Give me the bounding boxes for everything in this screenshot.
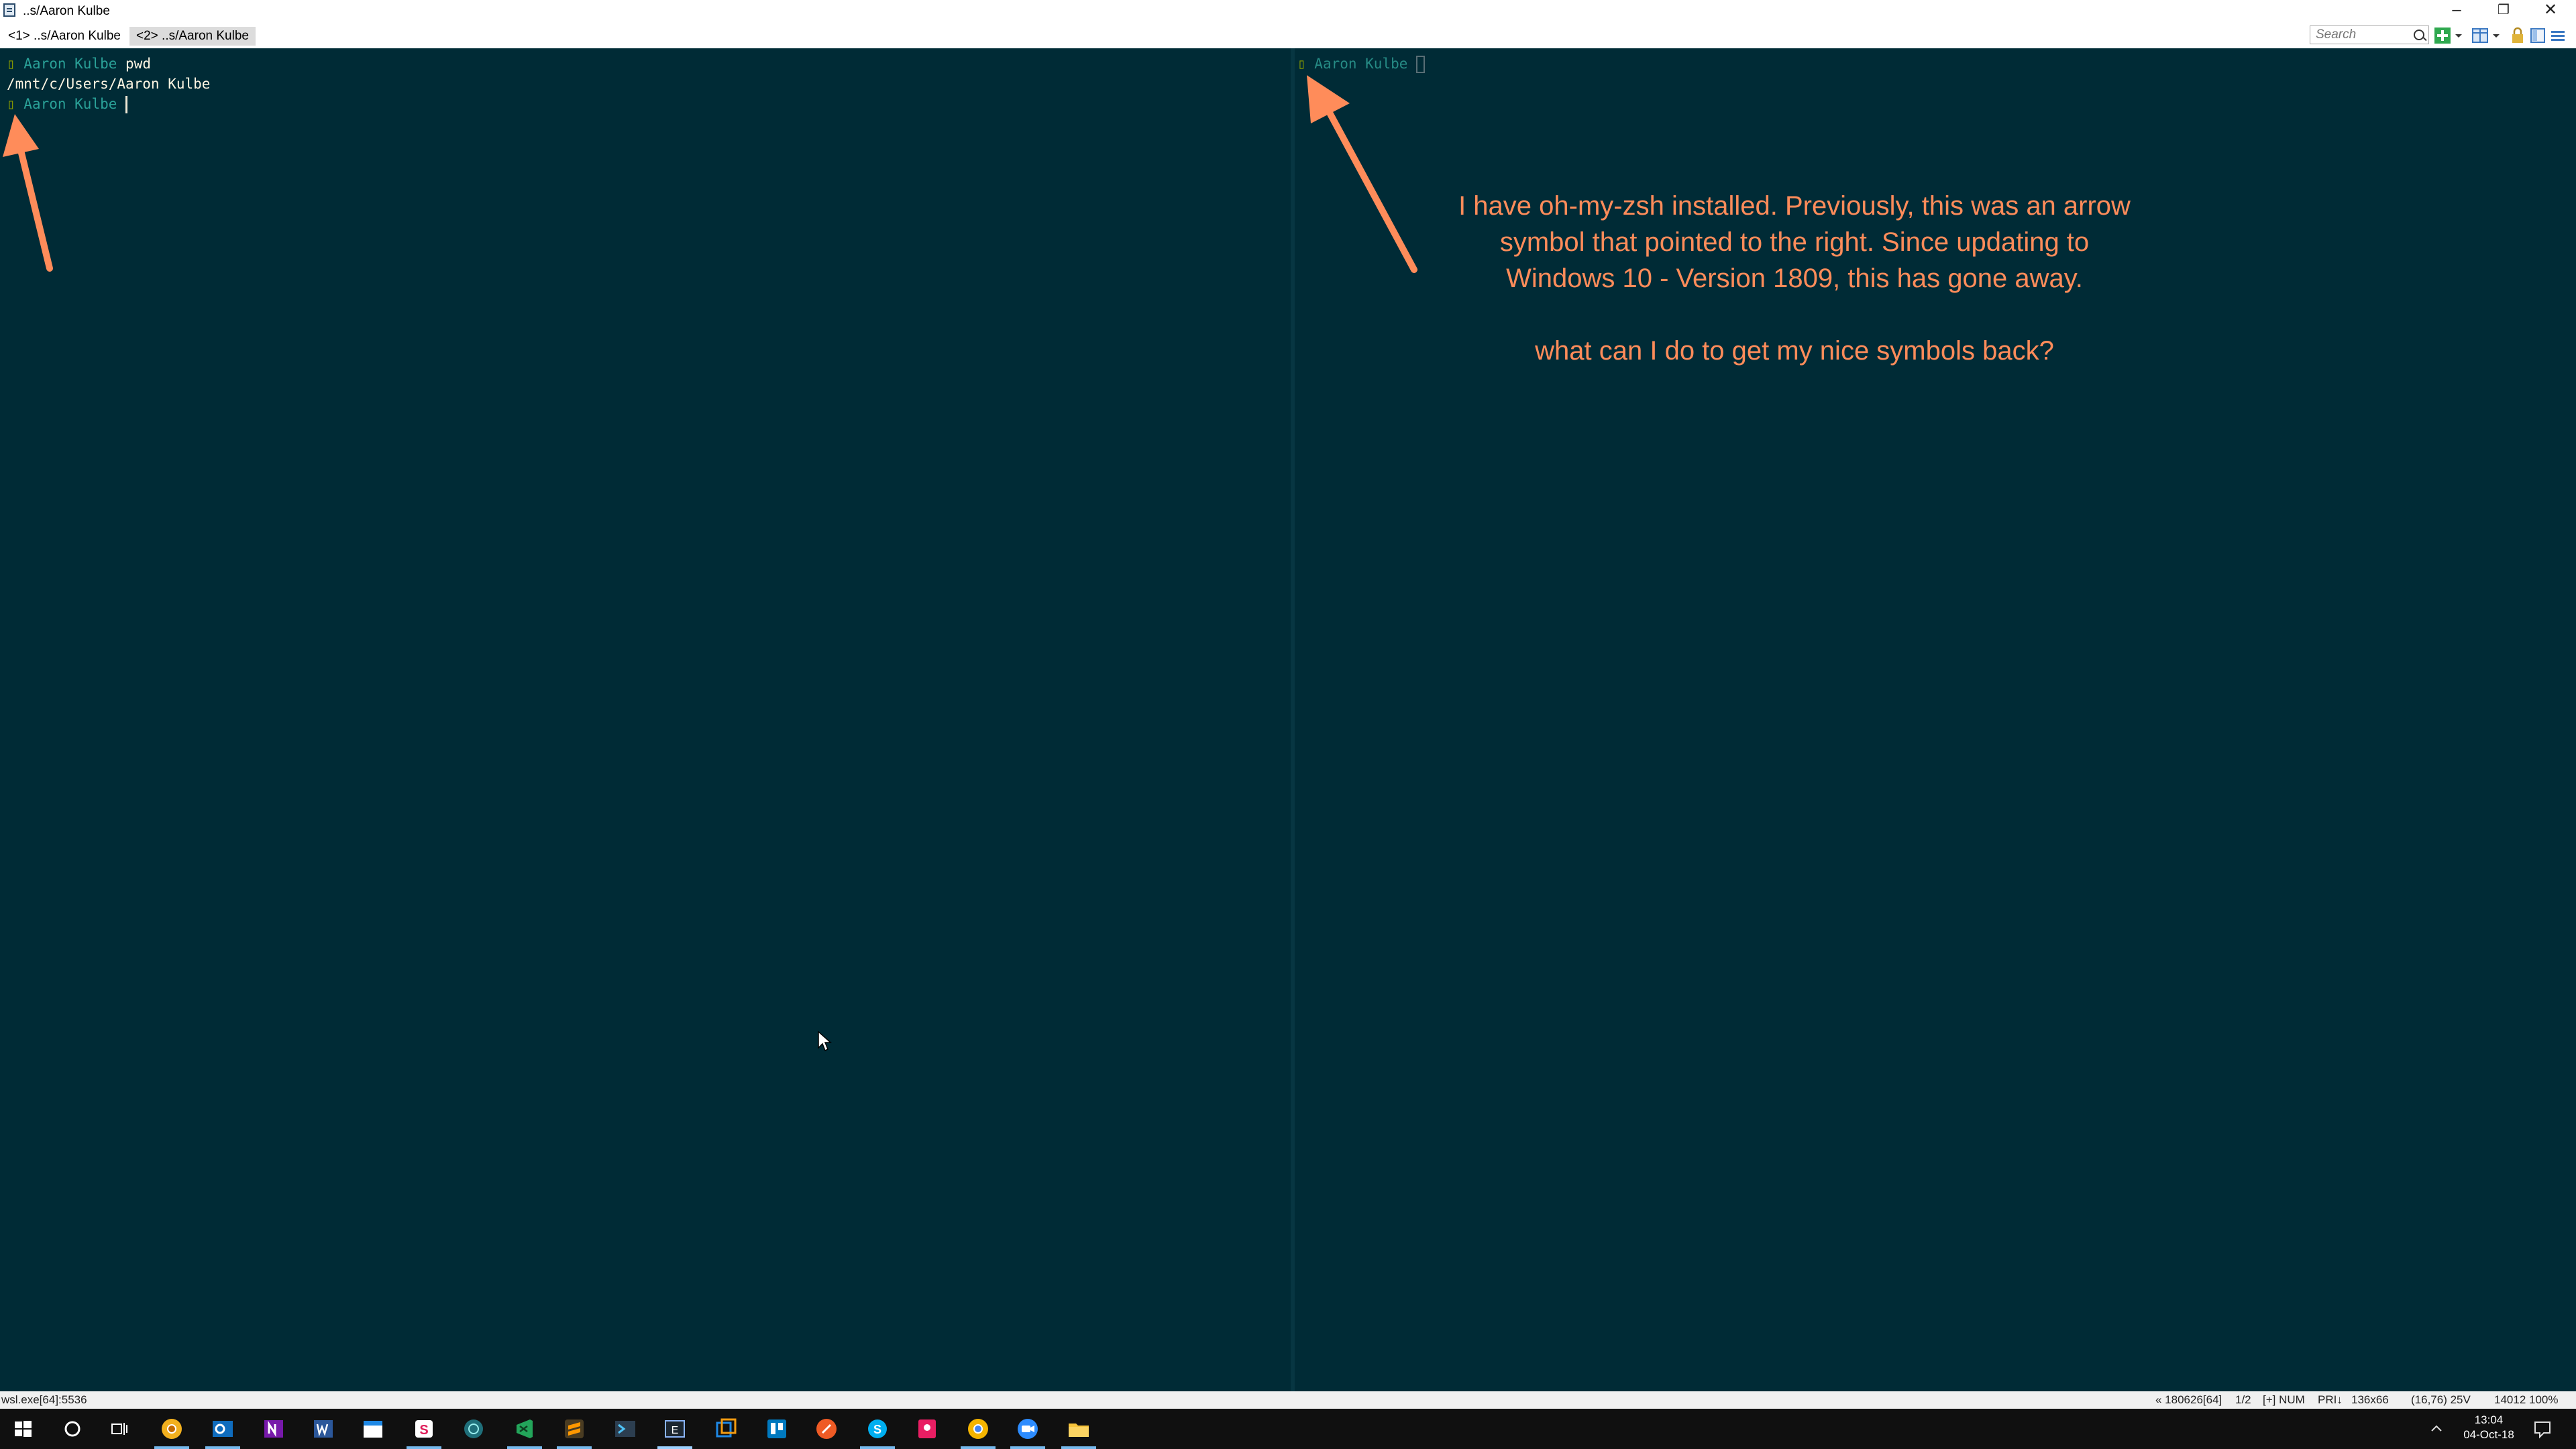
file-explorer-icon[interactable] — [1065, 1415, 1092, 1442]
mouse-pointer-icon — [818, 1030, 832, 1052]
search-input[interactable] — [2310, 26, 2410, 44]
search-icon[interactable] — [2414, 30, 2424, 40]
command-output: /mnt/c/Users/Aaron Kulbe — [7, 76, 211, 92]
sublime-text-icon[interactable] — [561, 1415, 588, 1442]
status-size[interactable]: 136x66 — [2351, 1391, 2389, 1409]
window-mode-icon[interactable] — [2529, 27, 2546, 44]
calendar-icon[interactable] — [360, 1415, 386, 1442]
chevron-down-icon[interactable] — [2491, 27, 2501, 44]
active-indicator — [961, 1446, 996, 1449]
tab-1[interactable]: <1> ..s/Aaron Kulbe — [1, 27, 127, 46]
active-indicator — [860, 1446, 895, 1449]
taskbar: S E S 13:04 04-Oct-18 — [0, 1409, 2576, 1449]
new-console-icon[interactable] — [2434, 27, 2451, 44]
prompt-line: ▯ Aaron Kulbe pwd — [7, 54, 151, 74]
status-pid-zoom[interactable]: 14012 100% — [2494, 1391, 2558, 1409]
lock-icon[interactable] — [2509, 27, 2526, 44]
conemu-icon[interactable]: E — [661, 1415, 688, 1442]
restore-button[interactable]: ❐ — [2483, 0, 2524, 23]
active-indicator — [507, 1446, 542, 1449]
annotation-line: Windows 10 - Version 1809, this has gone… — [1506, 264, 2083, 293]
status-bar: wsl.exe[64]:5536 « 180626[64] 1/2 [+] NU… — [0, 1391, 2576, 1409]
windows-start-icon[interactable] — [9, 1415, 36, 1442]
menu-icon[interactable] — [2549, 27, 2567, 44]
tab-2[interactable]: <2> ..s/Aaron Kulbe — [129, 27, 256, 46]
visual-studio-code-icon[interactable] — [511, 1415, 538, 1442]
postman-icon[interactable] — [813, 1415, 840, 1442]
clock-time: 13:04 — [2474, 1413, 2504, 1426]
search-field[interactable] — [2310, 25, 2429, 44]
active-indicator — [657, 1446, 692, 1449]
status-cursor-position[interactable]: (16,76) 25V — [2411, 1391, 2471, 1409]
conemu-app-icon[interactable] — [3, 3, 15, 17]
skype-icon[interactable]: S — [864, 1415, 891, 1442]
pink-app-icon[interactable] — [914, 1415, 941, 1442]
gitkraken-icon[interactable] — [460, 1415, 487, 1442]
text-cursor — [125, 96, 128, 113]
title-bar: ..s/Aaron Kulbe – ❐ ✕ — [0, 0, 2576, 23]
prompt-directory: Aaron Kulbe — [15, 56, 126, 72]
svg-text:E: E — [672, 1425, 679, 1436]
status-flags[interactable]: [+] NUM — [2263, 1391, 2305, 1409]
chrome-canary-icon[interactable] — [158, 1415, 185, 1442]
minimize-button[interactable]: – — [2436, 0, 2477, 23]
active-indicator — [205, 1446, 240, 1449]
annotation-line: I have oh-my-zsh installed. Previously, … — [1458, 191, 2131, 221]
trello-icon[interactable] — [763, 1415, 790, 1442]
left-terminal-pane[interactable]: ▯ Aaron Kulbe pwd /mnt/c/Users/Aaron Kul… — [0, 48, 1291, 1391]
split-panes-icon[interactable] — [2471, 27, 2489, 44]
command-text: pwd — [125, 56, 151, 72]
terminal-icon[interactable] — [612, 1415, 639, 1442]
word-icon[interactable] — [310, 1415, 337, 1442]
active-indicator — [557, 1446, 592, 1449]
zoom-icon[interactable] — [1014, 1415, 1041, 1442]
active-indicator — [1010, 1446, 1045, 1449]
status-buffer[interactable]: « 180626[64] — [2155, 1391, 2222, 1409]
chevron-up-icon[interactable] — [2423, 1415, 2450, 1442]
notification-center-icon[interactable] — [2529, 1415, 2556, 1442]
chevron-down-icon[interactable] — [2454, 27, 2463, 44]
svg-text:S: S — [873, 1423, 881, 1436]
active-indicator — [154, 1446, 189, 1449]
close-button[interactable]: ✕ — [2530, 0, 2571, 23]
annotation-arrow-icon — [3, 114, 53, 272]
task-view-icon[interactable] — [106, 1415, 133, 1442]
active-indicator — [1061, 1446, 1096, 1449]
status-process: wsl.exe[64]:5536 — [1, 1393, 87, 1406]
clock[interactable]: 13:04 04-Oct-18 — [2455, 1413, 2522, 1442]
annotation-question: what can I do to get my nice symbols bac… — [1535, 336, 2054, 366]
chrome-icon[interactable] — [965, 1415, 991, 1442]
clock-date: 04-Oct-18 — [2463, 1428, 2514, 1441]
cortana-search-icon[interactable] — [59, 1415, 86, 1442]
slack-icon[interactable]: S — [411, 1415, 437, 1442]
active-indicator — [407, 1446, 441, 1449]
outlook-icon[interactable] — [209, 1415, 236, 1442]
virtual-desktop-icon[interactable] — [712, 1415, 739, 1442]
onenote-icon[interactable] — [260, 1415, 287, 1442]
svg-text:S: S — [419, 1423, 428, 1438]
missing-glyph-icon: ▯ — [7, 56, 15, 72]
annotation-text: I have oh-my-zsh installed. Previously, … — [1399, 188, 2190, 369]
annotation-line: symbol that pointed to the right. Since … — [1499, 227, 2090, 257]
window-title: ..s/Aaron Kulbe — [23, 4, 110, 18]
tab-bar: <1> ..s/Aaron Kulbe <2> ..s/Aaron Kulbe — [0, 23, 2576, 49]
status-pane[interactable]: 1/2 — [2235, 1391, 2251, 1409]
status-priority[interactable]: PRI↓ — [2318, 1391, 2343, 1409]
